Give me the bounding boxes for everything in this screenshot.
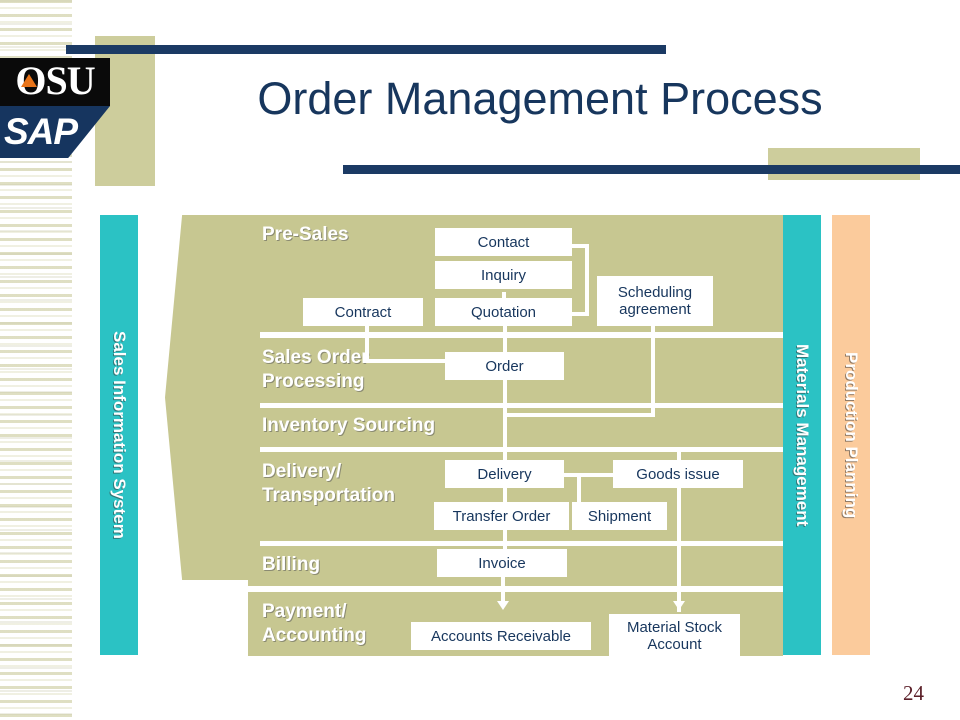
node-delivery[interactable]: Delivery: [445, 460, 564, 488]
arrow-head-icon: [673, 601, 685, 610]
slide-canvas: OSU SAP Order Management Process Sales I…: [0, 0, 960, 720]
node-shipment[interactable]: Shipment: [572, 502, 667, 530]
left-chevron-shape: [165, 215, 260, 580]
logo-orange-triangle-icon: [21, 74, 37, 87]
band-materials-management-label: Materials Management: [793, 343, 812, 527]
process-row-billing-label: Billing: [262, 554, 321, 575]
process-row-payment-accounting-label: Payment/ Accounting: [262, 601, 367, 646]
header-navy-bar-top: [66, 45, 666, 54]
arrow-to-material-stock-account: [673, 576, 685, 611]
band-sales-information-system: Sales Information System: [100, 215, 138, 655]
connector-contract-vertical: [365, 325, 369, 363]
page-title: Order Management Process: [257, 73, 823, 124]
node-contract[interactable]: Contract: [303, 298, 423, 326]
arrow-head-icon: [497, 601, 509, 610]
band-production-planning-label: Production Planning: [842, 351, 861, 519]
node-inquiry[interactable]: Inquiry: [435, 261, 572, 289]
page-number: 24: [903, 681, 924, 705]
node-transfer-order[interactable]: Transfer Order: [434, 502, 569, 530]
process-row-inventory-sourcing-label: Inventory Sourcing: [262, 415, 436, 436]
node-contact[interactable]: Contact: [435, 228, 572, 256]
osu-sap-logo: OSU SAP: [0, 58, 110, 168]
connector-goodsissue-vertical: [577, 473, 581, 503]
node-invoice[interactable]: Invoice: [437, 549, 567, 577]
process-row-sales-order-processing-label: Sales Order Processing: [262, 347, 369, 392]
connector-scheduling-agreement-vertical: [651, 325, 655, 417]
band-materials-management: Materials Management: [783, 215, 821, 655]
logo-sap-text: SAP: [4, 111, 78, 152]
node-goods-issue[interactable]: Goods issue: [613, 460, 743, 488]
header-khaki-block-right: [768, 148, 920, 180]
band-sales-information-system-label: Sales Information System: [110, 331, 129, 539]
arrow-stem: [677, 576, 681, 602]
header-navy-bar-bottom: [343, 165, 960, 174]
node-quotation[interactable]: Quotation: [435, 298, 572, 326]
process-row-presales-label: Pre-Sales: [262, 224, 349, 245]
arrow-invoice-to-accounts-receivable: [497, 576, 509, 611]
process-row-delivery-transportation-label: Delivery/ Transportation: [262, 461, 396, 506]
logo-osu-text: OSU: [15, 58, 95, 103]
arrow-stem: [501, 576, 505, 602]
node-accounts-receivable[interactable]: Accounts Receivable: [411, 622, 591, 650]
node-scheduling-agreement[interactable]: Scheduling agreement: [597, 276, 713, 326]
connector-contact-to-quotation-vert: [585, 244, 589, 316]
node-material-stock-account[interactable]: Material Stock Account: [609, 614, 740, 658]
connector-scheduling-to-spine: [503, 413, 655, 417]
band-production-planning: Production Planning: [832, 215, 870, 655]
node-order[interactable]: Order: [445, 352, 564, 380]
